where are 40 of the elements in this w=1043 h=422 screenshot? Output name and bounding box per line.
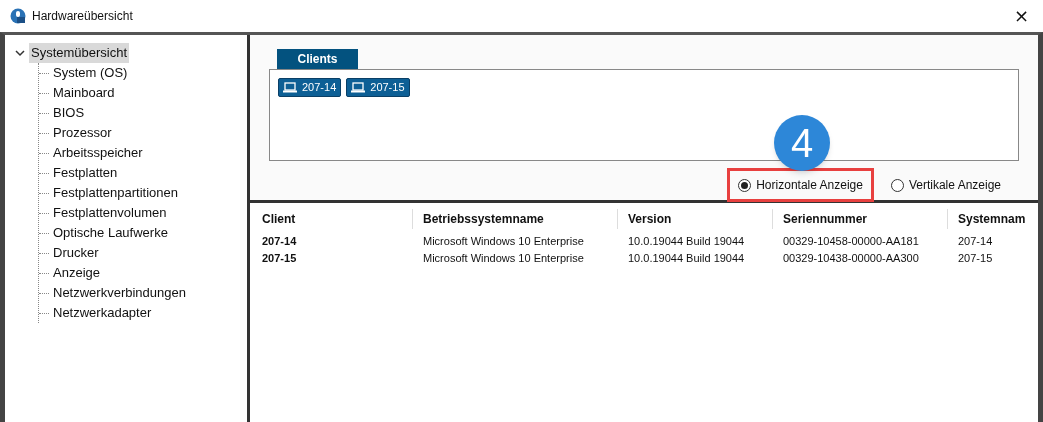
clients-tab[interactable]: Clients [277, 49, 358, 69]
close-button[interactable]: × [1009, 7, 1033, 25]
tree-item[interactable]: Anzeige [52, 263, 101, 283]
tree-item[interactable]: Festplatten [52, 163, 119, 183]
column-header[interactable]: Betriebssystemname [423, 210, 544, 228]
table-cell: 10.0.19044 Build 19044 [628, 235, 745, 248]
client-button[interactable]: 207-14 [278, 78, 342, 97]
table-cell: 00329-10438-00000-AA300 [783, 252, 919, 265]
tree-item[interactable]: Systemübersicht [29, 43, 130, 63]
chevron-icon[interactable] [15, 48, 25, 58]
laptop-icon [351, 82, 366, 93]
column-header[interactable]: Seriennummer [783, 210, 868, 228]
tree-item[interactable]: Festplattenvolumen [52, 203, 168, 223]
tree-item[interactable]: Festplattenpartitionen [52, 183, 180, 203]
tree-item[interactable]: System (OS) [52, 63, 129, 83]
table-cell: 207-14 [958, 235, 993, 248]
tree-item[interactable]: Arbeitsspeicher [52, 143, 144, 163]
window-title: Hardwareübersicht [32, 8, 133, 25]
tree-item[interactable]: Netzwerkverbindungen [52, 283, 187, 303]
column-header[interactable]: Version [628, 210, 672, 228]
app-icon [10, 8, 26, 24]
radio-option[interactable]: Horizontale Anzeige [730, 171, 871, 199]
tree-item[interactable]: Mainboard [52, 83, 116, 103]
laptop-icon [283, 82, 297, 93]
radio-option[interactable]: Vertikale Anzeige [882, 171, 1009, 199]
table-cell: Microsoft Windows 10 Enterprise [423, 252, 584, 265]
column-header[interactable]: Client [262, 210, 296, 228]
tree-item[interactable]: Prozessor [52, 123, 113, 143]
table-cell: 10.0.19044 Build 19044 [628, 252, 745, 265]
table-cell: 207-15 [958, 252, 993, 265]
table-cell: 207-15 [262, 252, 297, 265]
client-button[interactable]: 207-15 [346, 78, 410, 97]
tree-item[interactable]: Drucker [52, 243, 100, 263]
tree-item[interactable]: Optische Laufwerke [52, 223, 169, 243]
table-cell: 207-14 [262, 235, 297, 248]
tree-item[interactable]: Netzwerkadapter [52, 303, 153, 323]
tree-item[interactable]: BIOS [52, 103, 86, 123]
column-header[interactable]: Systemnam [958, 210, 1026, 228]
table-cell: Microsoft Windows 10 Enterprise [423, 235, 584, 248]
table-cell: 00329-10458-00000-AA181 [783, 235, 919, 248]
